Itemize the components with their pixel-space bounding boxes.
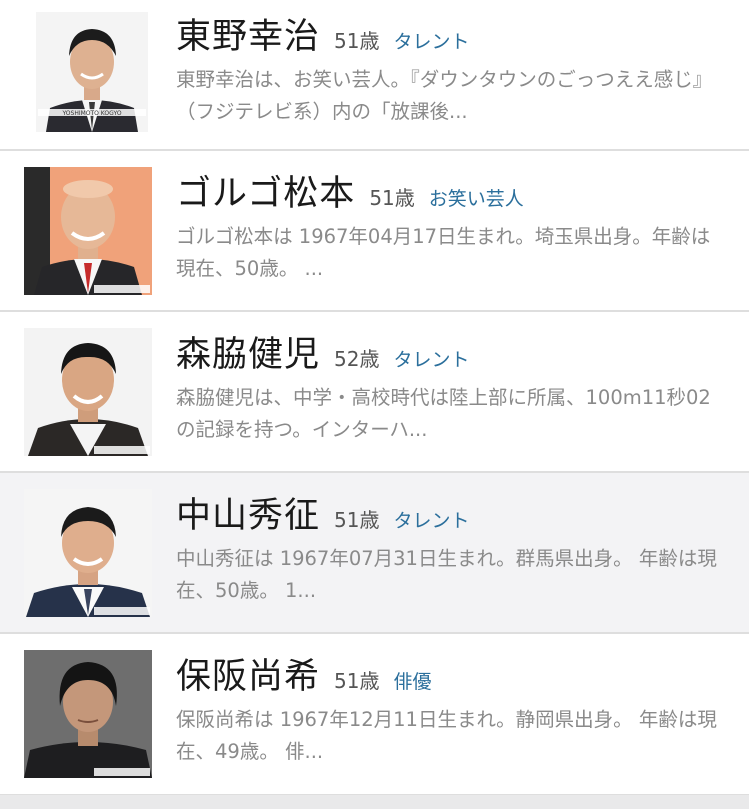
talent-category[interactable]: タレント bbox=[393, 506, 469, 533]
item-title-line: 東野幸治 51歳 タレント bbox=[176, 8, 729, 60]
item-text: 中山秀征 51歳 タレント 中山秀征は 1967年07月31日生まれ。群馬県出身… bbox=[176, 487, 729, 607]
list-item[interactable]: YOSHIMOTO KOGYO 東野幸治 51歳 タレント 東野幸治は、お笑い芸… bbox=[0, 0, 749, 151]
svg-text:YOSHIMOTO KOGYO: YOSHIMOTO KOGYO bbox=[61, 110, 121, 117]
list-item[interactable]: 森脇健児 52歳 タレント 森脇健児は、中学・高校時代は陸上部に所属、100m1… bbox=[0, 312, 749, 473]
talent-name[interactable]: 森脇健児 bbox=[176, 326, 320, 377]
talent-age: 51歳 bbox=[334, 29, 380, 53]
talent-photo bbox=[24, 328, 152, 456]
list-footer-divider bbox=[0, 795, 749, 809]
item-title-line: 中山秀征 51歳 タレント bbox=[176, 487, 729, 539]
talent-description: 森脇健児は、中学・高校時代は陸上部に所属、100m11秒02の記録を持つ。インタ… bbox=[176, 386, 711, 441]
talent-photo: YOSHIMOTO KOGYO bbox=[36, 12, 148, 132]
talent-age: 52歳 bbox=[334, 347, 380, 371]
item-text: 保阪尚希 51歳 俳優 保阪尚希は 1967年12月11日生まれ。静岡県出身。 … bbox=[176, 648, 729, 768]
talent-name[interactable]: 保阪尚希 bbox=[176, 648, 320, 699]
list-item[interactable]: 中山秀征 51歳 タレント 中山秀征は 1967年07月31日生まれ。群馬県出身… bbox=[0, 473, 749, 634]
item-title-line: 保阪尚希 51歳 俳優 bbox=[176, 648, 729, 700]
talent-description: 中山秀征は 1967年07月31日生まれ。群馬県出身。 年齢は現在、50歳。 1… bbox=[176, 547, 717, 602]
talent-photo bbox=[24, 650, 152, 778]
talent-category[interactable]: タレント bbox=[393, 27, 469, 54]
talent-photo bbox=[24, 167, 152, 295]
talent-age: 51歳 bbox=[369, 186, 415, 210]
talent-category[interactable]: 俳優 bbox=[393, 667, 431, 694]
talent-category[interactable]: タレント bbox=[393, 345, 469, 372]
item-text: ゴルゴ松本 51歳 お笑い芸人 ゴルゴ松本は 1967年04月17日生まれ。埼玉… bbox=[176, 165, 729, 285]
item-title-line: 森脇健児 52歳 タレント bbox=[176, 326, 729, 378]
item-text: 森脇健児 52歳 タレント 森脇健児は、中学・高校時代は陸上部に所属、100m1… bbox=[176, 326, 729, 446]
list-item[interactable]: ゴルゴ松本 51歳 お笑い芸人 ゴルゴ松本は 1967年04月17日生まれ。埼玉… bbox=[0, 151, 749, 312]
talent-age: 51歳 bbox=[334, 508, 380, 532]
talent-name[interactable]: 中山秀征 bbox=[176, 487, 320, 538]
list-item[interactable]: 保阪尚希 51歳 俳優 保阪尚希は 1967年12月11日生まれ。静岡県出身。 … bbox=[0, 634, 749, 796]
talent-description: 保阪尚希は 1967年12月11日生まれ。静岡県出身。 年齢は現在、49歳。 俳… bbox=[176, 708, 717, 763]
item-text: 東野幸治 51歳 タレント 東野幸治は、お笑い芸人。『ダウンタウンのごっつええ感… bbox=[176, 8, 729, 128]
talent-name[interactable]: ゴルゴ松本 bbox=[176, 165, 355, 216]
talent-category[interactable]: お笑い芸人 bbox=[429, 184, 524, 211]
item-title-line: ゴルゴ松本 51歳 お笑い芸人 bbox=[176, 165, 729, 217]
talent-name[interactable]: 東野幸治 bbox=[176, 8, 320, 59]
talent-age: 51歳 bbox=[334, 669, 380, 693]
talent-description: ゴルゴ松本は 1967年04月17日生まれ。埼玉県出身。年齢は現在、50歳。 .… bbox=[176, 225, 711, 280]
search-results-page: YOSHIMOTO KOGYO 東野幸治 51歳 タレント 東野幸治は、お笑い芸… bbox=[0, 0, 749, 809]
talent-description: 東野幸治は、お笑い芸人。『ダウンタウンのごっつええ感じ』（フジテレビ系）内の「放… bbox=[176, 68, 713, 123]
talent-list: YOSHIMOTO KOGYO 東野幸治 51歳 タレント 東野幸治は、お笑い芸… bbox=[0, 0, 749, 796]
talent-photo bbox=[24, 489, 152, 617]
